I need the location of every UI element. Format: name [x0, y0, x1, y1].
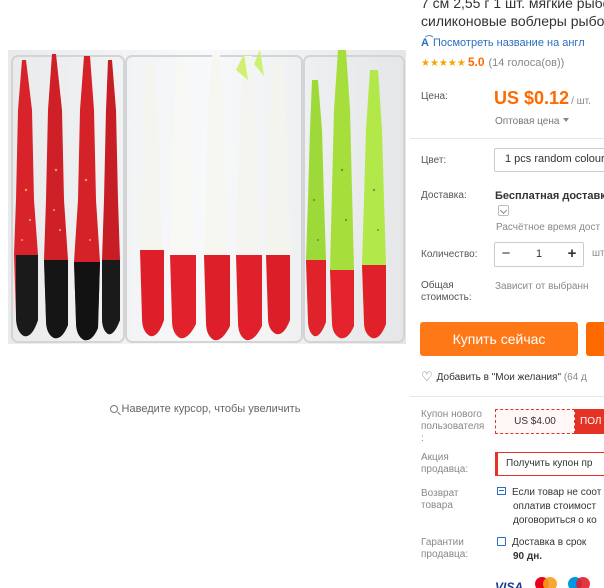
- color-option-button[interactable]: 1 pcs random colour: [494, 148, 604, 172]
- promo-label-line2: продавца:: [421, 464, 469, 475]
- promo-label: Акция продавца:: [421, 452, 468, 476]
- returns-label-line1: Возврат: [421, 488, 459, 499]
- translate-link[interactable]: A͡ Посмотреть название на англ: [421, 37, 585, 49]
- color-label: Цвет:: [421, 155, 447, 166]
- quantity-label: Количество:: [421, 249, 478, 260]
- chevron-down-icon: [563, 118, 570, 122]
- guarantee-days: 90 дн.: [513, 551, 543, 562]
- price-label: Цена:: [421, 91, 448, 102]
- get-coupon-button[interactable]: ПОЛ: [575, 409, 604, 434]
- product-info: 7 см 2,55 г 1 шт. мягкие рыбо силиконовы…: [410, 0, 604, 588]
- quantity-decrease-button[interactable]: −: [495, 243, 517, 266]
- shipping-expand-icon[interactable]: [498, 205, 509, 216]
- wishlist-link[interactable]: ♡ Добавить в "Мои желания" (64 д: [421, 369, 587, 385]
- product-title-line2: силиконовые воблеры рыбо: [421, 13, 604, 29]
- color-option-text: 1 pcs random colour: [505, 153, 604, 165]
- magnifier-icon: [109, 405, 118, 413]
- returns-label: Возврат товара: [421, 488, 459, 512]
- total-label-line1: Общая: [421, 280, 454, 291]
- returns-line3: договориться о ко: [513, 515, 597, 526]
- price: US $0.12/ шт.: [494, 88, 591, 109]
- price-unit: / шт.: [571, 96, 591, 107]
- votes-count[interactable]: (14 голоса(ов)): [489, 57, 565, 69]
- shipping-value: Бесплатная доставка: [495, 190, 604, 202]
- zoom-hint: Наведите курсор, чтобы увеличить: [0, 403, 410, 415]
- coupon-value: US $4.00: [495, 409, 575, 434]
- total-label: Общая стоимость:: [421, 280, 472, 304]
- payment-logos: VISA: [495, 577, 596, 588]
- quantity-stepper: − 1 +: [494, 242, 584, 267]
- quantity-increase-button[interactable]: +: [561, 243, 583, 266]
- guarantee-line1: Доставка в срок: [512, 537, 587, 548]
- guarantee-label-line1: Гарантии: [421, 537, 464, 548]
- coupon-label-line3: :: [421, 433, 424, 444]
- return-icon: [497, 487, 506, 495]
- product-title: 7 см 2,55 г 1 шт. мягкие рыбо силиконовы…: [421, 0, 604, 30]
- promo-label-line1: Акция: [421, 452, 449, 463]
- coupon-label: Купон нового пользователя :: [421, 409, 484, 445]
- quantity-unit: шт: [592, 248, 604, 259]
- coupon-label-line1: Купон нового: [421, 409, 482, 420]
- divider: [410, 138, 604, 139]
- rating[interactable]: ★★★★★ 5.0 (14 голоса(ов)): [421, 55, 564, 69]
- wholesale-price-toggle[interactable]: Оптовая цена: [495, 116, 570, 127]
- buy-now-button[interactable]: Купить сейчас: [420, 322, 578, 356]
- quantity-input[interactable]: 1: [517, 248, 561, 260]
- add-to-cart-button[interactable]: [586, 322, 604, 356]
- mastercard-logo-icon: [535, 577, 558, 588]
- product-title-line1: 7 см 2,55 г 1 шт. мягкие рыбо: [421, 0, 604, 11]
- calendar-icon: [497, 537, 506, 546]
- product-gallery: Наведите курсор, чтобы увеличить: [0, 0, 410, 588]
- zoom-hint-text: Наведите курсор, чтобы увеличить: [121, 403, 301, 415]
- shipping-label: Доставка:: [421, 190, 467, 201]
- returns-line1: Если товар не соот: [512, 487, 602, 498]
- total-label-line2: стоимость:: [421, 292, 472, 303]
- wishlist-label[interactable]: Добавить в "Мои желания": [437, 372, 561, 383]
- translate-icon: A͡: [421, 37, 429, 49]
- divider: [410, 396, 604, 397]
- product-photo[interactable]: [8, 50, 406, 344]
- shipping-time: Расчётное время дост: [496, 222, 601, 233]
- total-value: Зависит от выбранн: [495, 281, 589, 292]
- guarantee-label: Гарантии продавца:: [421, 537, 468, 561]
- coupon-label-line2: пользователя: [421, 421, 485, 432]
- maestro-logo-icon: [567, 577, 590, 588]
- guarantee-label-line2: продавца:: [421, 549, 469, 560]
- wholesale-label[interactable]: Оптовая цена: [495, 116, 559, 127]
- heart-icon: ♡: [421, 369, 433, 384]
- rating-stars-icon: ★★★★★: [421, 58, 466, 69]
- visa-logo-icon: VISA: [495, 580, 524, 588]
- returns-line2: оплатив стоимост: [513, 501, 597, 512]
- wishlist-count: (64 д: [563, 372, 587, 383]
- returns-label-line2: товара: [421, 500, 453, 511]
- rating-value: 5.0: [467, 55, 485, 69]
- returns-info: Если товар не соот оплатив стоимост дого…: [497, 486, 601, 528]
- price-amount: US $0.12: [494, 88, 570, 108]
- guarantee-info: Доставка в срок 90 дн.: [497, 536, 586, 564]
- seller-coupon-button[interactable]: Получить купон пр: [495, 452, 604, 476]
- translate-link-text[interactable]: Посмотреть название на англ: [433, 37, 585, 49]
